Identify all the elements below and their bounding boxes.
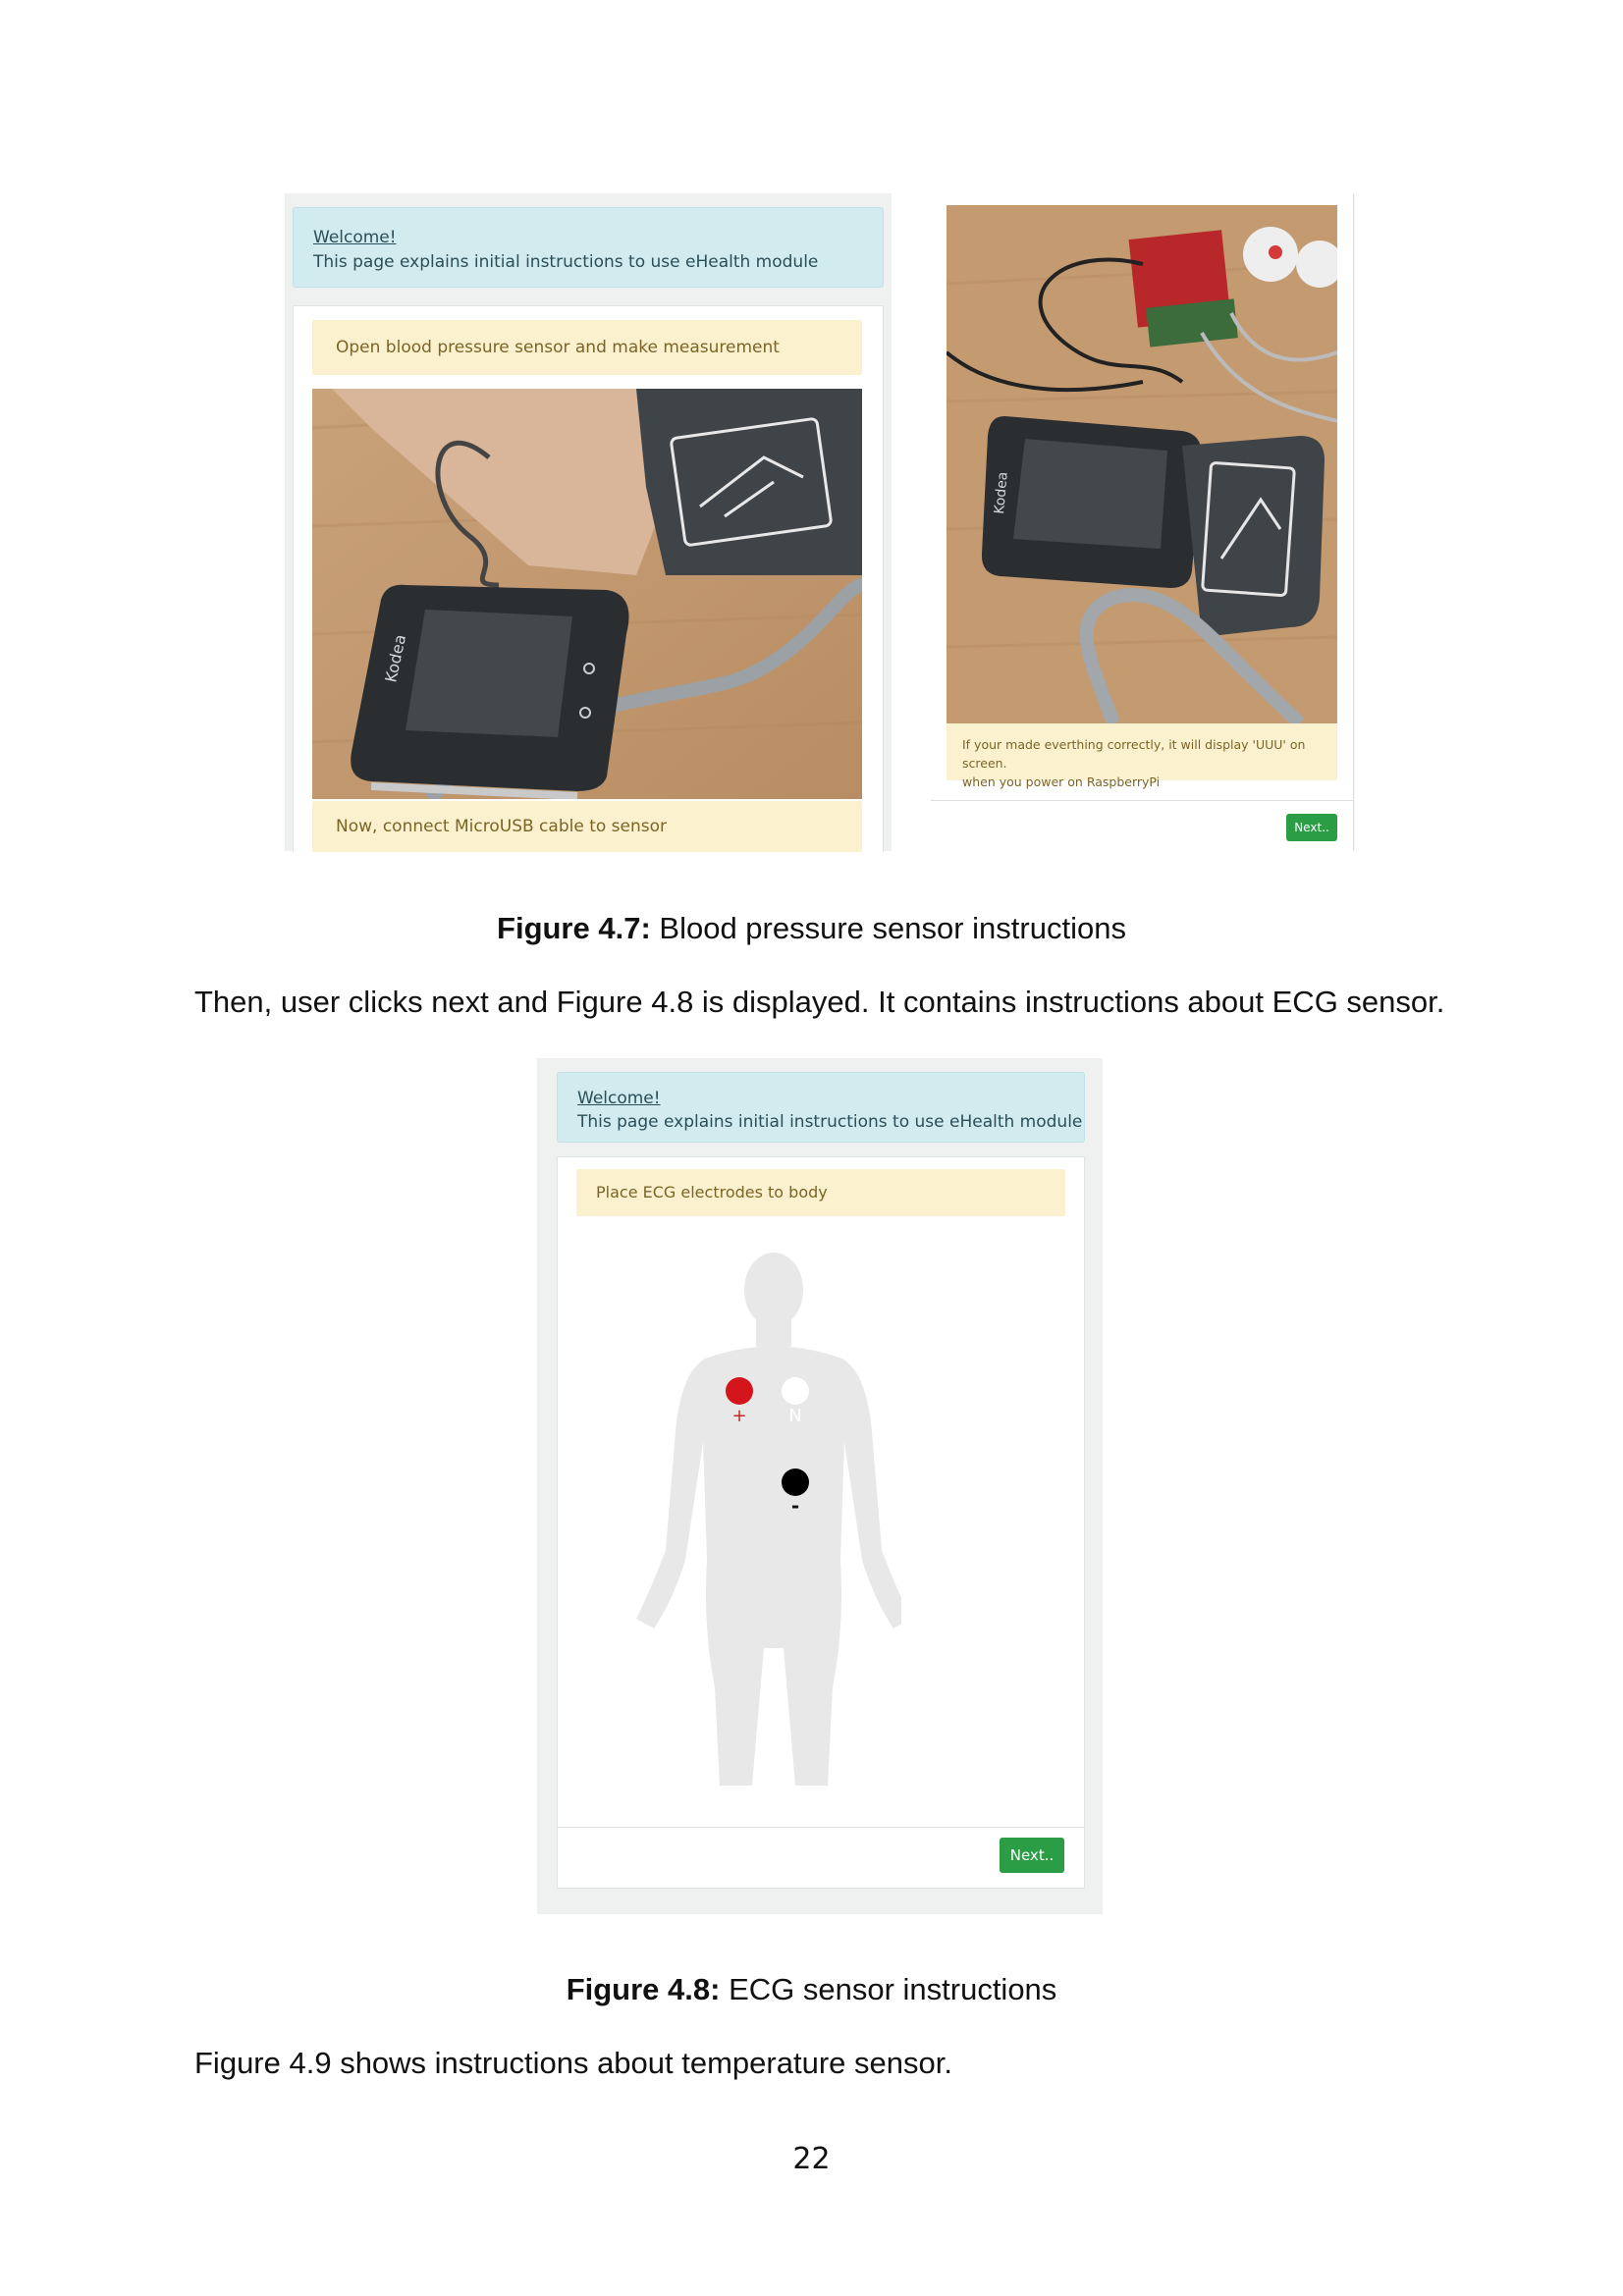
notice-line-2: when you power on RaspberryPi — [962, 774, 1161, 789]
ecg-instruction-card: Place ECG electrodes to body + N - Next.… — [557, 1156, 1085, 1889]
figure-4-7-caption-text: Blood pressure sensor instructions — [650, 911, 1126, 945]
blood-pressure-photo: Kodea — [312, 389, 862, 799]
notice-line-1: If your made everthing correctly, it wil… — [962, 737, 1306, 771]
welcome-link[interactable]: Welcome! — [313, 228, 397, 247]
ecg-step-text: Place ECG electrodes to body — [596, 1183, 828, 1201]
ecg-step-instruction: Place ECG electrodes to body — [576, 1169, 1065, 1216]
figure-4-8-caption: Figure 4.8: ECG sensor instructions — [0, 1972, 1623, 2007]
instruction-card: Open blood pressure sensor and make meas… — [293, 305, 884, 852]
welcome-link-ecg[interactable]: Welcome! — [577, 1089, 661, 1108]
electrode-neutral-label: N — [788, 1406, 801, 1426]
figure-4-7-left-screenshot: Welcome! This page explains initial inst… — [285, 193, 892, 852]
human-silhouette — [636, 1253, 901, 1786]
device-setup-photo: Kodea — [947, 205, 1337, 723]
body-diagram: + N - — [636, 1253, 901, 1786]
figure-4-8-caption-label: Figure 4.8: — [566, 1972, 721, 2006]
electrode-positive-label: + — [731, 1406, 746, 1426]
body-paragraph-2: Figure 4.9 shows instructions about temp… — [194, 2046, 952, 2080]
figure-4-7-caption: Figure 4.7: Blood pressure sensor instru… — [0, 911, 1623, 946]
step-instruction-2: Now, connect MicroUSB cable to sensor — [312, 801, 862, 852]
next-button[interactable]: Next.. — [1286, 814, 1337, 841]
electrode-negative — [782, 1468, 809, 1496]
figure-4-8-caption-text: ECG sensor instructions — [720, 1972, 1057, 2006]
step-text-2: Now, connect MicroUSB cable to sensor — [336, 817, 668, 836]
welcome-alert: Welcome! This page explains initial inst… — [293, 207, 884, 288]
step-text: Open blood pressure sensor and make meas… — [336, 338, 780, 357]
device-setup-photo-image: Kodea — [947, 205, 1337, 723]
figure-4-7-right-screenshot: Kodea If your made everthing correctly, … — [931, 193, 1355, 851]
step-instruction: Open blood pressure sensor and make meas… — [312, 320, 862, 375]
blood-pressure-photo-image: Kodea — [312, 389, 862, 799]
ecg-card-footer-divider — [558, 1827, 1084, 1828]
body-paragraph-1: Then, user clicks next and Figure 4.8 is… — [194, 985, 1445, 1019]
electrode-neutral — [782, 1377, 809, 1405]
right-card: Kodea If your made everthing correctly, … — [931, 193, 1354, 851]
figure-4-7-caption-label: Figure 4.7: — [497, 911, 651, 945]
intro-text: This page explains initial instructions … — [313, 252, 819, 272]
electrode-negative-label: - — [791, 1494, 799, 1518]
result-notice: If your made everthing correctly, it wil… — [947, 723, 1337, 789]
welcome-alert-ecg: Welcome! This page explains initial inst… — [557, 1072, 1085, 1143]
ecg-next-button[interactable]: Next.. — [1000, 1838, 1064, 1873]
page-number: 22 — [792, 2142, 831, 2176]
figure-4-8-screenshot: Welcome! This page explains initial inst… — [537, 1058, 1103, 1914]
card-footer-divider — [931, 800, 1353, 801]
electrode-positive — [726, 1377, 753, 1405]
intro-text-ecg: This page explains initial instructions … — [577, 1112, 1083, 1132]
